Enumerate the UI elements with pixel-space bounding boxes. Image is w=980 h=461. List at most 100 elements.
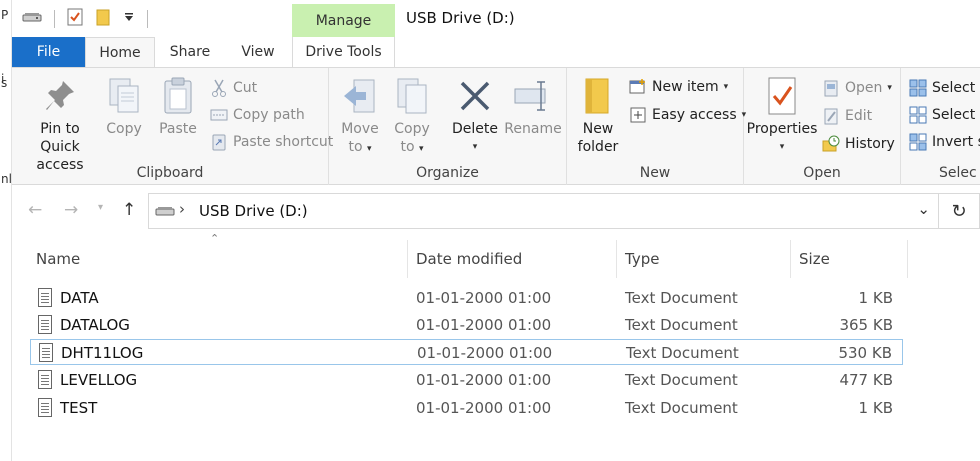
recent-locations-icon[interactable]: ▾ xyxy=(98,202,103,213)
paste-button[interactable]: Paste xyxy=(154,76,202,138)
copy-to-button[interactable]: Copy to ▾ xyxy=(389,76,435,158)
navigation-bar: ← → ▾ ↑ › USB Drive (D:) ⌄ ↻ xyxy=(12,186,980,236)
paste-shortcut-label: Paste shortcut xyxy=(233,134,334,150)
window-title: USB Drive (D:) xyxy=(406,9,515,27)
new-folder-button[interactable]: New folder xyxy=(575,76,621,156)
cut-button[interactable]: Cut xyxy=(210,79,257,97)
table-row[interactable]: DATA 01-01-2000 01:00 Text Document 1 KB xyxy=(30,285,903,311)
pin-icon xyxy=(40,76,80,116)
tab-view[interactable]: View xyxy=(225,37,291,67)
pin-to-quick-access-button[interactable]: Pin to Quick access xyxy=(20,76,100,174)
select-none-icon xyxy=(909,106,927,124)
customize-toolbar-icon[interactable] xyxy=(123,11,135,27)
tab-share[interactable]: Share xyxy=(155,37,225,67)
new-folder-label-line2: folder xyxy=(577,139,619,155)
up-arrow-icon[interactable]: ↑ xyxy=(122,200,136,220)
rename-label: Rename xyxy=(504,121,562,137)
pin-label-line1: Pin to Quick xyxy=(40,121,80,155)
column-header-name[interactable]: Name xyxy=(28,240,408,278)
properties-icon[interactable] xyxy=(67,8,83,30)
file-size: 477 KB xyxy=(839,371,893,389)
paste-shortcut-icon xyxy=(210,133,228,151)
paste-label: Paste xyxy=(159,121,197,137)
copy-to-label-line2: to ▾ xyxy=(400,139,424,155)
open-group-label: Open xyxy=(803,165,841,181)
properties-label: Properties xyxy=(746,121,818,137)
paste-shortcut-button[interactable]: Paste shortcut xyxy=(210,133,333,151)
title-bar: Manage USB Drive (D:) xyxy=(12,0,980,37)
address-bar[interactable]: › USB Drive (D:) ⌄ xyxy=(148,193,939,229)
table-row[interactable]: DATALOG 01-01-2000 01:00 Text Document 3… xyxy=(30,312,903,338)
column-header-size[interactable]: Size xyxy=(791,240,908,278)
move-to-button[interactable]: Move to ▾ xyxy=(337,76,383,158)
open-button[interactable]: Open ▾ xyxy=(822,79,892,97)
refresh-button[interactable]: ↻ xyxy=(939,193,980,229)
edit-label: Edit xyxy=(845,108,873,124)
address-history-dropdown-icon[interactable]: ⌄ xyxy=(917,200,930,218)
copy-label: Copy xyxy=(106,121,142,137)
manage-contextual-tab[interactable]: Manage xyxy=(292,4,395,37)
new-item-button[interactable]: New item ▾ xyxy=(629,78,728,96)
column-header-type[interactable]: Type xyxy=(617,240,791,278)
properties-button[interactable]: Properties ▾ xyxy=(746,76,818,156)
tab-home[interactable]: Home xyxy=(85,37,155,68)
file-name: DHT11LOG xyxy=(61,344,144,362)
folder-icon xyxy=(578,76,618,116)
toolbar-divider xyxy=(54,10,55,28)
open-icon xyxy=(822,79,840,97)
text-document-icon xyxy=(38,398,52,417)
history-button[interactable]: History xyxy=(822,135,895,153)
edit-icon xyxy=(822,107,840,125)
select-all-button[interactable]: Select al xyxy=(909,79,980,97)
file-date: 01-01-2000 01:00 xyxy=(416,289,552,307)
move-to-label-line2: to ▾ xyxy=(348,139,372,155)
drive-icon[interactable] xyxy=(22,10,42,28)
delete-button[interactable]: Delete ▾ xyxy=(449,76,501,156)
edit-button[interactable]: Edit xyxy=(822,107,872,125)
table-row-focused[interactable]: DHT11LOG 01-01-2000 01:00 Text Document … xyxy=(30,339,903,365)
copy-path-button[interactable]: Copy path xyxy=(210,106,305,124)
new-item-label: New item xyxy=(652,79,719,95)
new-item-icon xyxy=(629,78,647,96)
tab-drive-tools[interactable]: Drive Tools xyxy=(292,37,395,67)
copy-button[interactable]: Copy xyxy=(104,76,144,138)
file-date: 01-01-2000 01:00 xyxy=(417,344,553,362)
copy-path-label: Copy path xyxy=(233,107,305,123)
file-date: 01-01-2000 01:00 xyxy=(416,316,552,334)
invert-selection-button[interactable]: Invert se xyxy=(909,133,980,151)
refresh-icon: ↻ xyxy=(951,200,967,222)
open-label: Open xyxy=(845,80,883,96)
forward-arrow-icon[interactable]: → xyxy=(64,200,78,220)
easy-access-icon xyxy=(629,106,647,124)
breadcrumb-chevron-icon[interactable]: › xyxy=(179,200,185,218)
rename-button[interactable]: Rename xyxy=(504,76,562,138)
history-icon xyxy=(822,135,840,153)
background-window-strip: P i s nl xyxy=(0,0,12,461)
breadcrumb-usb-drive[interactable]: USB Drive (D:) xyxy=(199,202,308,220)
table-row[interactable]: TEST 01-01-2000 01:00 Text Document 1 KB xyxy=(30,395,903,421)
select-none-button[interactable]: Select n xyxy=(909,106,980,124)
new-item-dropdown-icon: ▾ xyxy=(723,82,729,92)
strip-text: s xyxy=(1,76,8,90)
properties-checkmark-icon xyxy=(762,76,802,116)
text-document-icon xyxy=(38,315,52,334)
new-folder-icon[interactable] xyxy=(95,8,111,30)
file-date: 01-01-2000 01:00 xyxy=(416,371,552,389)
cut-label: Cut xyxy=(233,80,258,96)
easy-access-label: Easy access xyxy=(652,107,737,123)
easy-access-button[interactable]: Easy access ▾ xyxy=(629,106,746,124)
select-all-icon xyxy=(909,79,927,97)
column-header-date-modified[interactable]: Date modified xyxy=(408,240,617,278)
table-row[interactable]: LEVELLOG 01-01-2000 01:00 Text Document … xyxy=(30,367,903,393)
file-name: DATALOG xyxy=(60,316,130,334)
back-arrow-icon[interactable]: ← xyxy=(28,200,42,220)
paste-icon xyxy=(158,76,198,116)
properties-dropdown-icon[interactable]: ▾ xyxy=(780,138,785,156)
clipboard-group-label: Clipboard xyxy=(136,165,204,181)
select-none-label: Select n xyxy=(932,107,980,123)
tab-file[interactable]: File xyxy=(12,37,85,67)
open-dropdown-icon: ▾ xyxy=(887,83,892,93)
new-folder-label-line1: New xyxy=(582,121,614,137)
delete-dropdown-icon[interactable]: ▾ xyxy=(473,138,478,156)
delete-x-icon xyxy=(455,76,495,116)
